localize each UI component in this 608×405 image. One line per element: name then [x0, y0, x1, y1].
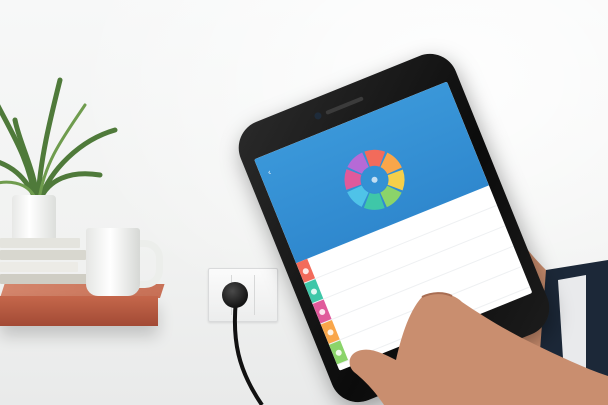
- device-icon: [334, 348, 343, 357]
- back-icon[interactable]: ‹: [266, 167, 272, 176]
- device-icon: [310, 287, 318, 296]
- device-icon: [326, 328, 335, 337]
- device-icon: [318, 308, 327, 316]
- smart-plug: [222, 282, 248, 308]
- photo-scene: ‹: [0, 0, 608, 405]
- color-wheel-icon[interactable]: [330, 136, 419, 225]
- device-icon: [301, 267, 310, 276]
- right-hand-pointing: [349, 292, 608, 405]
